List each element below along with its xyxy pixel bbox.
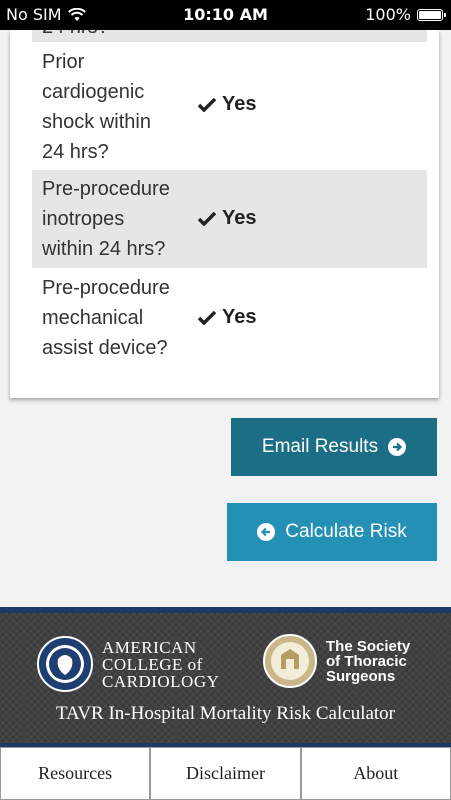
email-results-button[interactable]: Email Results <box>231 418 437 476</box>
sts-seal-icon <box>263 634 317 688</box>
arrow-circle-right-icon <box>388 438 407 456</box>
footer-branding: AMERICAN COLLEGE of CARDIOLOGY The Socie… <box>0 607 451 747</box>
sts-line-2: of Thoracic <box>326 652 407 670</box>
nav-about[interactable]: About <box>300 747 451 800</box>
acc-line-3: CARDIOLOGY <box>102 671 220 691</box>
question-label: 24 hrs? <box>42 30 109 42</box>
acc-line-2: COLLEGE of <box>102 654 203 674</box>
sts-logo: The Society of Thoracic Surgeons <box>262 633 410 689</box>
answer-value: Yes <box>198 207 256 230</box>
calculate-risk-button[interactable]: Calculate Risk <box>227 503 437 561</box>
checkmark-icon <box>198 310 216 325</box>
bottom-nav: Resources Disclaimer About <box>0 747 451 800</box>
nav-disclaimer[interactable]: Disclaimer <box>150 747 301 800</box>
table-row-partial: 24 hrs? <box>32 30 427 42</box>
battery-percent: 100% <box>365 5 411 24</box>
sts-line-3: Surgeons <box>326 667 396 685</box>
arrow-circle-left-icon <box>257 523 276 541</box>
answer-value: Yes <box>198 93 256 116</box>
results-card: 24 hrs? Prior cardiogenic shock within 2… <box>10 30 439 398</box>
email-results-label: Email Results <box>261 436 379 457</box>
question-label: Pre-procedure mechanical assist device? <box>42 277 170 359</box>
acc-line-1: AMERICAN <box>102 637 197 657</box>
status-bar: No SIM 10:10 AM 100% <box>0 0 451 30</box>
checkmark-icon <box>198 97 216 112</box>
question-label: Prior cardiogenic shock within 24 hrs? <box>42 51 151 163</box>
acc-logo: AMERICAN COLLEGE of CARDIOLOGY <box>36 635 219 693</box>
table-row: Pre-procedure inotropes within 24 hrs? Y… <box>32 170 427 268</box>
battery-icon <box>417 8 446 21</box>
checkmark-icon <box>198 211 216 226</box>
answer-value: Yes <box>198 306 256 329</box>
nav-resources[interactable]: Resources <box>0 747 151 800</box>
calculate-risk-label: Calculate Risk <box>285 521 407 542</box>
sts-line-1: The Society <box>326 637 411 655</box>
acc-seal-icon <box>37 636 93 692</box>
table-row: Prior cardiogenic shock within 24 hrs? Y… <box>32 45 427 170</box>
table-row: Pre-procedure mechanical assist device? … <box>32 268 427 368</box>
app-title: TAVR In-Hospital Mortality Risk Calculat… <box>55 703 396 724</box>
question-label: Pre-procedure inotropes within 24 hrs? <box>42 178 170 260</box>
